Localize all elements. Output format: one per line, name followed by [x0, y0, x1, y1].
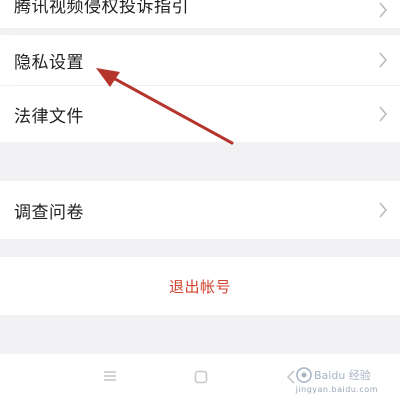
- menu-icon[interactable]: [103, 370, 117, 382]
- chevron-right-icon: [379, 52, 387, 68]
- chevron-right-icon: [379, 202, 387, 218]
- settings-item-privacy[interactable]: 隐私设置: [0, 35, 400, 85]
- logout-label: 退出帐号: [168, 277, 231, 296]
- settings-item-infringement-guide[interactable]: 腾讯视频侵权投诉指引: [0, 0, 400, 28]
- logout-button[interactable]: 退出帐号: [0, 257, 400, 315]
- watermark-text: jingyan.baidu.com: [295, 385, 378, 394]
- settings-item-label: 腾讯视频侵权投诉指引: [14, 0, 189, 17]
- home-square-icon[interactable]: [194, 370, 208, 384]
- settings-item-legal-documents[interactable]: 法律文件: [0, 86, 400, 142]
- settings-item-label: 隐私设置: [14, 52, 84, 73]
- chevron-right-icon: [379, 106, 387, 122]
- settings-item-survey[interactable]: 调查问卷: [0, 181, 400, 239]
- settings-item-label: 调查问卷: [14, 202, 84, 223]
- svg-text:Baidu 经验: Baidu 经验: [314, 368, 371, 382]
- chevron-right-icon: [379, 2, 387, 18]
- settings-item-label: 法律文件: [14, 106, 84, 127]
